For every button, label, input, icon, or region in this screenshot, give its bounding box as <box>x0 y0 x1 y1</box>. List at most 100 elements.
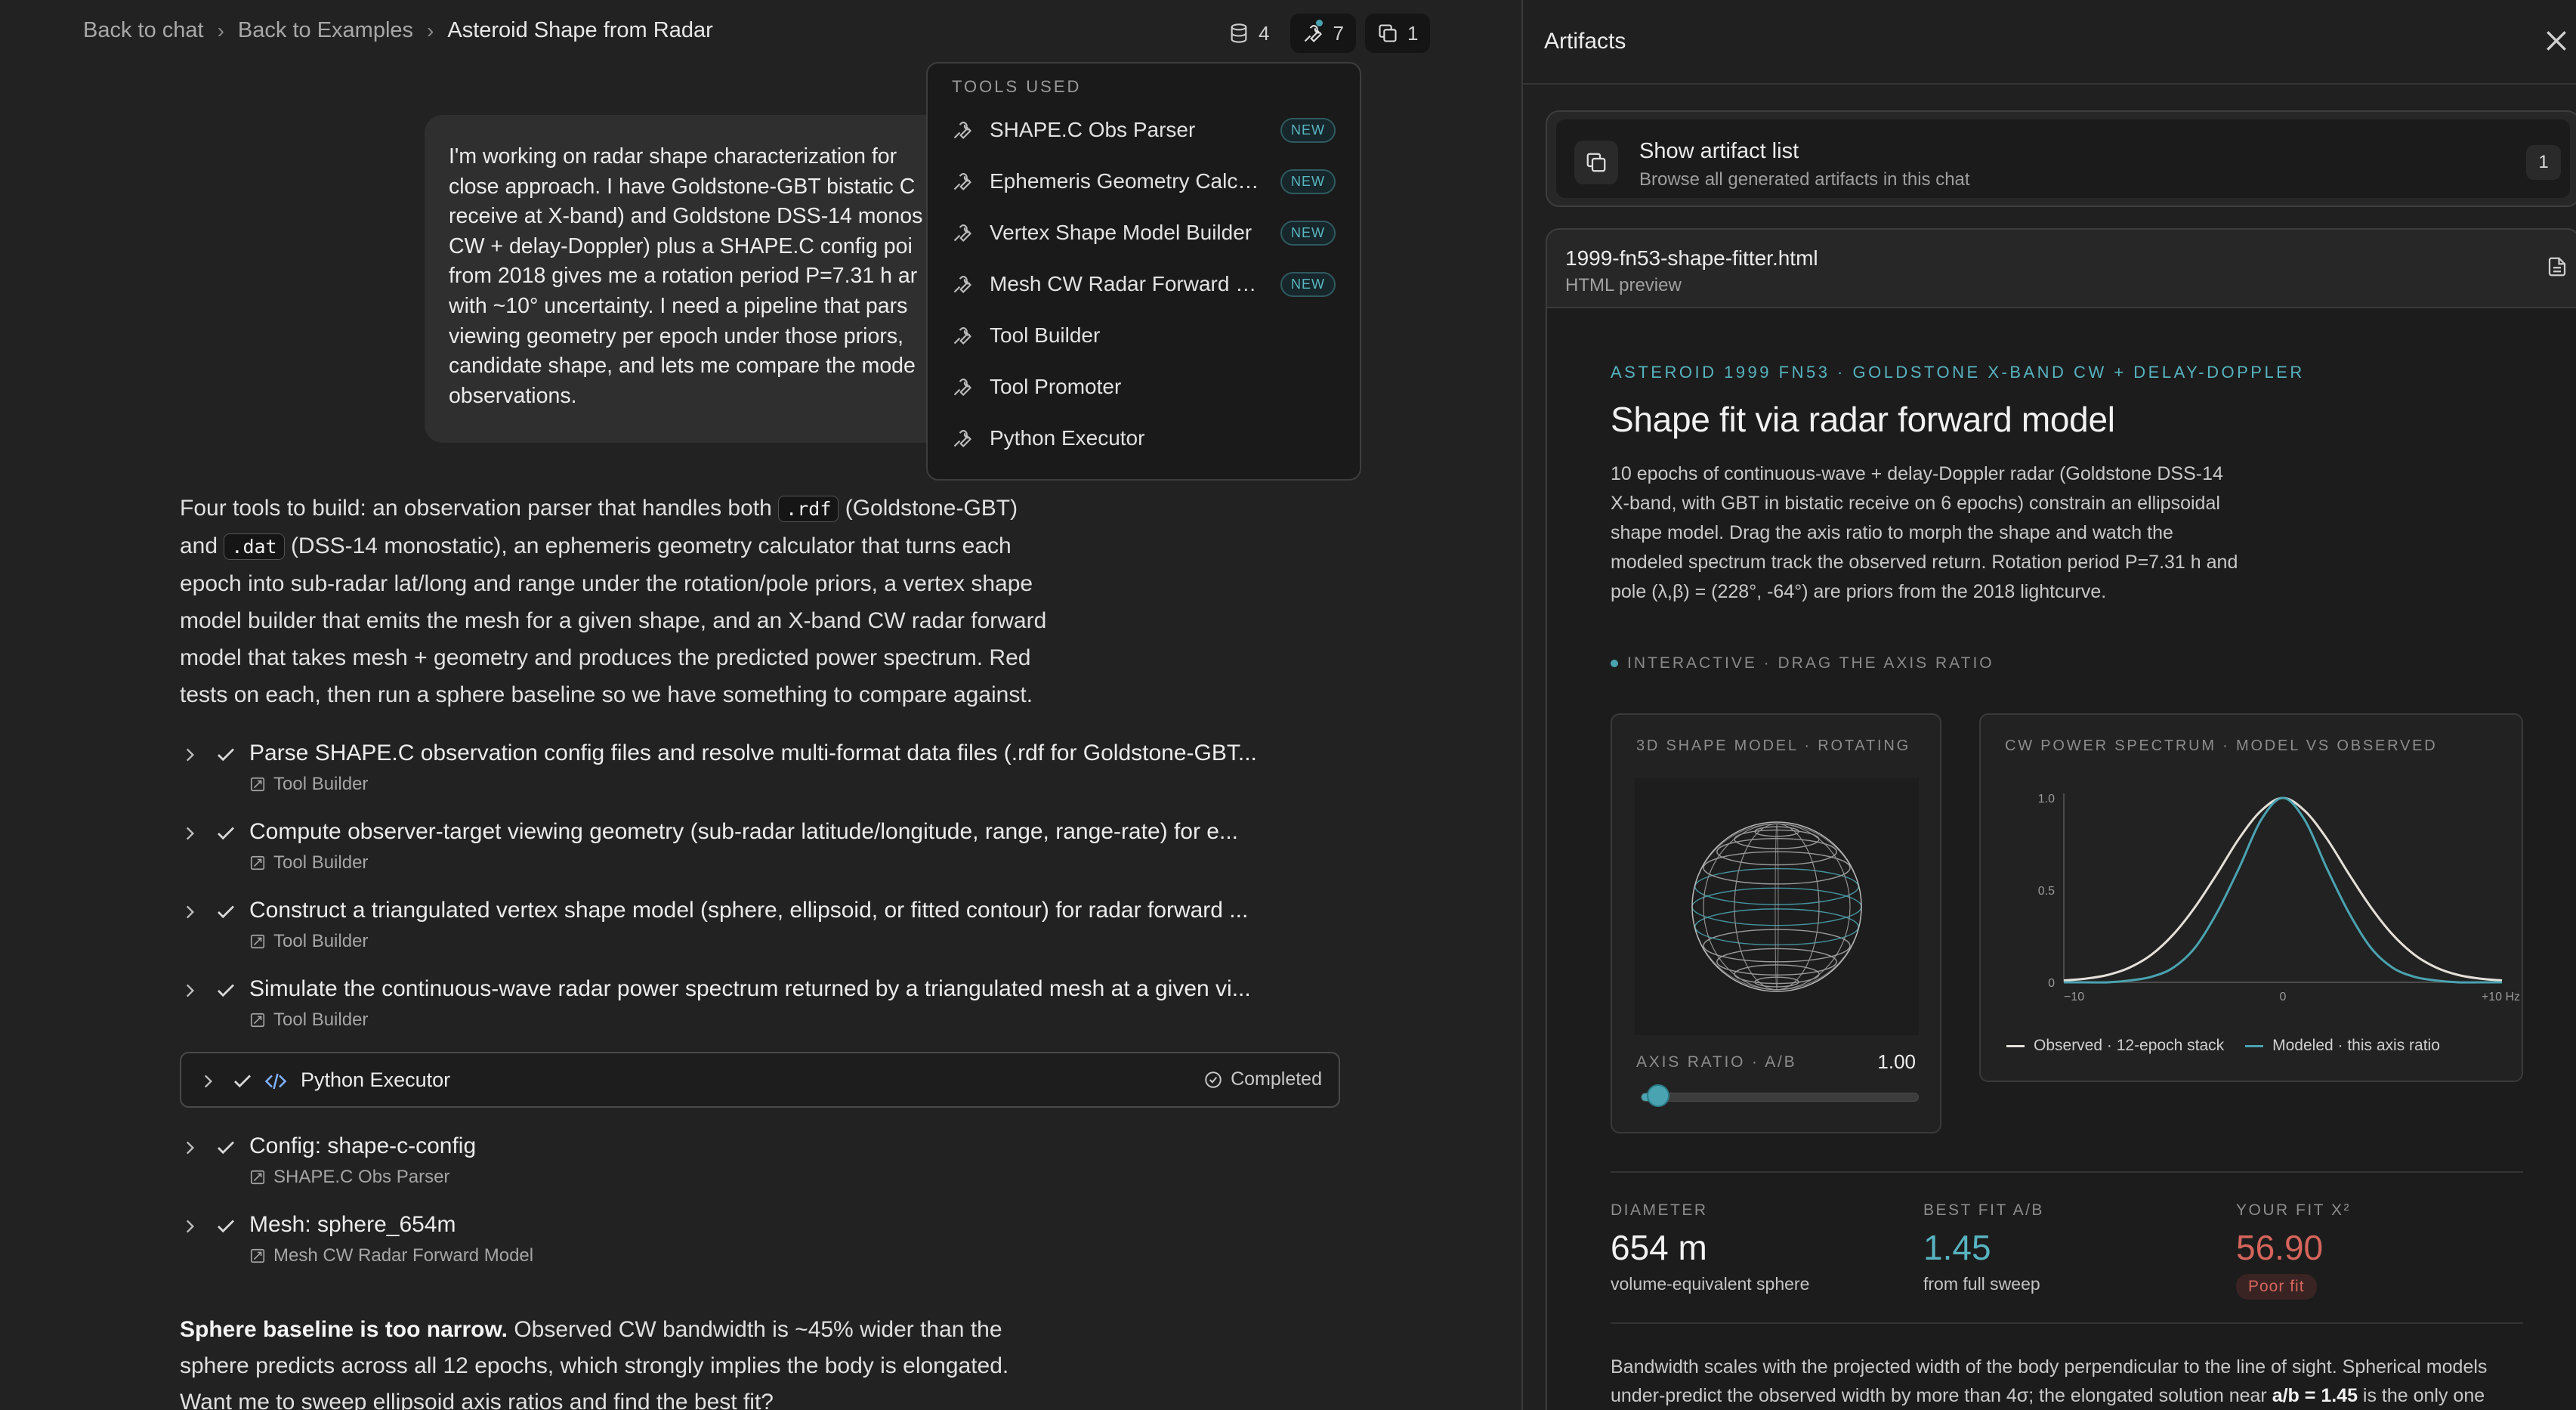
breadcrumb-back-to-examples[interactable]: Back to Examples <box>238 18 413 43</box>
slider-thumb[interactable] <box>1646 1084 1669 1107</box>
stat-value: 56.90 <box>2236 1228 2324 1267</box>
tool-item[interactable]: Tool Builder <box>928 310 1360 361</box>
step-item[interactable]: Construct a triangulated vertex shape mo… <box>180 895 1340 973</box>
show-artifact-list-button[interactable]: Show artifact list Browse all generated … <box>1546 110 2576 207</box>
step-tool: SHAPE.C Obs Parser <box>249 1167 449 1188</box>
viz-explanation: Bandwidth scales with the projected widt… <box>1611 1353 2523 1410</box>
check-icon <box>218 827 234 840</box>
breadcrumb-back-to-chat[interactable]: Back to chat <box>83 18 204 43</box>
observed-series-line <box>2063 796 2503 982</box>
step-title: Simulate the continuous-wave radar power… <box>249 976 1251 1001</box>
artifacts-title: Artifacts <box>1544 29 1626 54</box>
step-item[interactable]: Simulate the continuous-wave radar power… <box>180 973 1340 1052</box>
latitude-ring <box>1694 867 1859 905</box>
chevron-right-icon[interactable] <box>180 824 199 843</box>
assistant-text: Four tools to build: an observation pars… <box>180 496 779 521</box>
step-item[interactable]: Mesh: sphere_654m Mesh CW Radar Forward M… <box>180 1209 1340 1288</box>
explanation-text: under-predict the observed width by more… <box>1611 1385 2272 1406</box>
spectrum-label: CW POWER SPECTRUM · MODEL VS OBSERVED <box>2005 737 2438 754</box>
chevron-right-icon: › <box>217 18 224 42</box>
chevron-right-icon[interactable] <box>180 1217 199 1236</box>
spectrum-card: CW POWER SPECTRUM · MODEL VS OBSERVED 0 0… <box>1979 713 2523 1082</box>
summary-text: sphere predicts across all 12 epochs, wh… <box>180 1353 1009 1378</box>
check-icon <box>218 1141 234 1155</box>
axis-ratio-value: 1.00 <box>1877 1050 1916 1073</box>
wrench-icon <box>953 430 971 447</box>
user-message-line: CW + delay-Doppler) plus a SHAPE.C confi… <box>449 233 913 258</box>
latitude-ring <box>1694 908 1859 946</box>
tools-button[interactable]: 7 <box>1290 14 1356 53</box>
tool-item[interactable]: Python Executor <box>928 413 1360 464</box>
artifact-list-count: 1 <box>2526 145 2561 180</box>
chevron-right-icon[interactable] <box>180 902 199 922</box>
new-badge: NEW <box>1280 220 1336 246</box>
user-message: I'm working on radar shape characterizat… <box>425 115 953 443</box>
artifacts-button[interactable]: 1 <box>1364 14 1431 53</box>
new-badge: NEW <box>1280 169 1336 194</box>
wrench-icon <box>953 379 971 396</box>
assistant-text: (Goldstone-GBT) <box>839 496 1018 521</box>
artifacts-count: 1 <box>1407 21 1419 45</box>
assistant-message: Four tools to build: an observation pars… <box>180 490 1117 713</box>
axis-ratio-slider[interactable] <box>1641 1084 1919 1107</box>
shape-model-canvas[interactable] <box>1635 778 1919 1035</box>
summary-message: Sphere baseline is too narrow. Observed … <box>180 1312 1117 1410</box>
copy-icon <box>1379 24 1397 42</box>
tools-used-header: TOOLS USED <box>952 77 1082 96</box>
python-executor-step[interactable]: Python Executor Completed <box>180 1052 1340 1108</box>
user-message-line: observations. <box>449 383 577 408</box>
chevron-right-icon[interactable] <box>180 981 199 1000</box>
summary-bold: Sphere baseline is too narrow. <box>180 1317 508 1342</box>
check-icon <box>218 1220 234 1233</box>
interactive-text: INTERACTIVE · DRAG THE AXIS RATIO <box>1627 654 1994 672</box>
artifact-preview: 1999-fn53-shape-fitter.html HTML preview… <box>1546 228 2576 1410</box>
file-icon[interactable] <box>2546 255 2568 278</box>
tool-item[interactable]: Tool Promoter <box>928 361 1360 413</box>
tool-name: Ephemeris Geometry Calcu... <box>990 169 1264 193</box>
poor-fit-badge: Poor fit <box>2236 1274 2317 1300</box>
close-icon[interactable] <box>2541 26 2571 56</box>
database-button[interactable]: 4 <box>1216 14 1281 53</box>
tools-count: 7 <box>1333 21 1344 45</box>
y-tick-label: 0.5 <box>2038 885 2055 898</box>
artifact-file-name: 1999-fn53-shape-fitter.html <box>1565 246 1818 270</box>
artifact-list-subtitle: Browse all generated artifacts in this c… <box>1639 169 1970 190</box>
latitude-ring <box>1703 851 1851 885</box>
artifacts-header: Artifacts <box>1523 0 2576 85</box>
chevron-right-icon[interactable] <box>180 745 199 765</box>
tool-item[interactable]: SHAPE.C Obs Parser NEW <box>928 104 1360 156</box>
tool-item[interactable]: Mesh CW Radar Forward M... NEW <box>928 258 1360 310</box>
viz-description-line: X-band, with GBT in bistatic receive on … <box>1611 493 2220 514</box>
chevron-right-icon[interactable] <box>198 1071 218 1091</box>
artifacts-list-icon <box>1574 141 1618 184</box>
tool-item[interactable]: Ephemeris Geometry Calcu... NEW <box>928 156 1360 207</box>
assistant-text: model builder that emits the mesh for a … <box>180 608 1047 633</box>
viz-title: Shape fit via radar forward model <box>1611 400 2115 439</box>
step-item[interactable]: Parse SHAPE.C observation config files a… <box>180 737 1340 816</box>
axis-ratio-label: AXIS RATIO · A/B <box>1636 1053 1797 1071</box>
tool-item[interactable]: Vertex Shape Model Builder NEW <box>928 207 1360 258</box>
user-message-line: I'm working on radar shape characterizat… <box>449 144 897 169</box>
summary-text: Want me to sweep ellipsoid axis ratios a… <box>180 1390 774 1410</box>
new-badge: NEW <box>1280 271 1336 297</box>
tools-used-dropdown: TOOLS USED SHAPE.C Obs Parser NEW Ephemeri… <box>926 62 1361 481</box>
y-tick-label: 0 <box>2048 977 2055 990</box>
assistant-text: (DSS-14 monostatic), an ephemeris geomet… <box>284 533 1012 558</box>
x-tick-label: −10 <box>2064 991 2084 1003</box>
step-title: Config: shape-c-config <box>249 1133 477 1158</box>
tool-name: Mesh CW Radar Forward M... <box>990 272 1264 295</box>
wrench-icon <box>953 276 971 293</box>
step-item[interactable]: Compute observer-target viewing geometry… <box>180 816 1340 895</box>
latitude-ring <box>1734 829 1820 849</box>
chat-pane: Back to chat › Back to Examples › Astero… <box>0 0 1521 1410</box>
assistant-text: and <box>180 533 224 558</box>
stat-value: 1.45 <box>1923 1228 1991 1267</box>
chevron-right-icon: › <box>427 18 434 42</box>
breadcrumb-current: Asteroid Shape from Radar <box>447 18 713 42</box>
viz-description-line: shape model. Drag the axis ratio to morp… <box>1611 522 2173 543</box>
shape-model-label: 3D SHAPE MODEL · ROTATING <box>1636 737 1910 754</box>
step-item[interactable]: Config: shape-c-config SHAPE.C Obs Parser <box>180 1130 1340 1209</box>
chevron-right-icon[interactable] <box>180 1138 199 1158</box>
tool-icon <box>250 1170 265 1185</box>
summary-text: Observed CW bandwidth is ~45% wider than… <box>508 1317 1002 1342</box>
